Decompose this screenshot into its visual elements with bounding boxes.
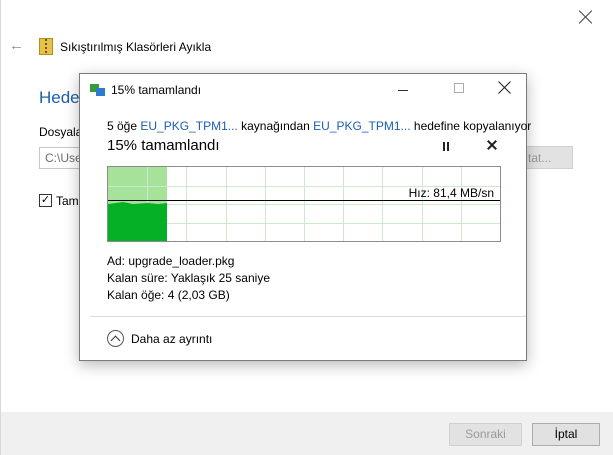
items-remaining-label: Kalan öğe: [107, 288, 165, 302]
maximize-icon [454, 83, 464, 93]
transfer-speed-graph: Hız: 81,4 MB/sn [107, 166, 501, 242]
file-name-value: upgrade_loader.pkg [128, 254, 235, 268]
chevron-up-icon[interactable] [107, 330, 124, 347]
items-remaining-value: 4 (2,03 GB) [167, 288, 230, 302]
wizard-heading: Hedef [39, 88, 85, 107]
time-remaining-value: Yaklaşık 25 saniye [170, 271, 270, 285]
stop-icon[interactable] [486, 139, 498, 151]
items-remaining-row: Kalan öğe: 4 (2,03 GB) [107, 288, 230, 302]
next-button[interactable]: Sonraki [449, 423, 522, 446]
pause-icon[interactable] [440, 141, 452, 153]
wizard-title: Sıkıştırılmış Klasörleri Ayıkla [60, 40, 212, 54]
desc-suffix: hedefine kopyalanıyor [413, 119, 532, 133]
cancel-button[interactable]: İptal [532, 423, 600, 446]
speed-label: Hız: 81,4 MB/sn [408, 186, 494, 200]
zip-folder-icon [39, 38, 53, 55]
time-remaining-row: Kalan süre: Yaklaşık 25 saniye [107, 271, 270, 285]
percent-complete: 15% tamamlandı [107, 137, 220, 154]
show-files-checkbox[interactable]: ✓ [39, 194, 52, 207]
source-link[interactable]: EU_PKG_TPM1... [140, 119, 237, 133]
copy-progress-dialog: 15% tamamlandı 5 öğe EU_PKG_TPM1... kayn… [79, 73, 531, 361]
copy-description: 5 öğe EU_PKG_TPM1... kaynağından EU_PKG_… [107, 119, 531, 133]
file-name-row: Ad: upgrade_loader.pkg [107, 254, 234, 268]
close-icon[interactable] [498, 81, 512, 95]
file-name-label: Ad: [107, 254, 126, 268]
divider [90, 316, 526, 317]
copy-icon [90, 84, 105, 96]
close-icon[interactable] [579, 10, 593, 24]
less-details-button[interactable]: Daha az ayrıntı [131, 332, 212, 346]
time-remaining-label: Kalan süre: [107, 271, 168, 285]
speed-graph-svg [108, 167, 500, 241]
back-arrow-icon[interactable]: ← [9, 37, 24, 54]
desc-prefix: 5 öğe [107, 119, 138, 133]
destination-link[interactable]: EU_PKG_TPM1... [313, 119, 410, 133]
folder-label: Dosyala [39, 125, 83, 139]
desc-middle: kaynağından [241, 119, 310, 133]
speed-area [108, 202, 167, 241]
dialog-title: 15% tamamlandı [111, 83, 202, 97]
minimize-icon[interactable] [398, 90, 408, 91]
